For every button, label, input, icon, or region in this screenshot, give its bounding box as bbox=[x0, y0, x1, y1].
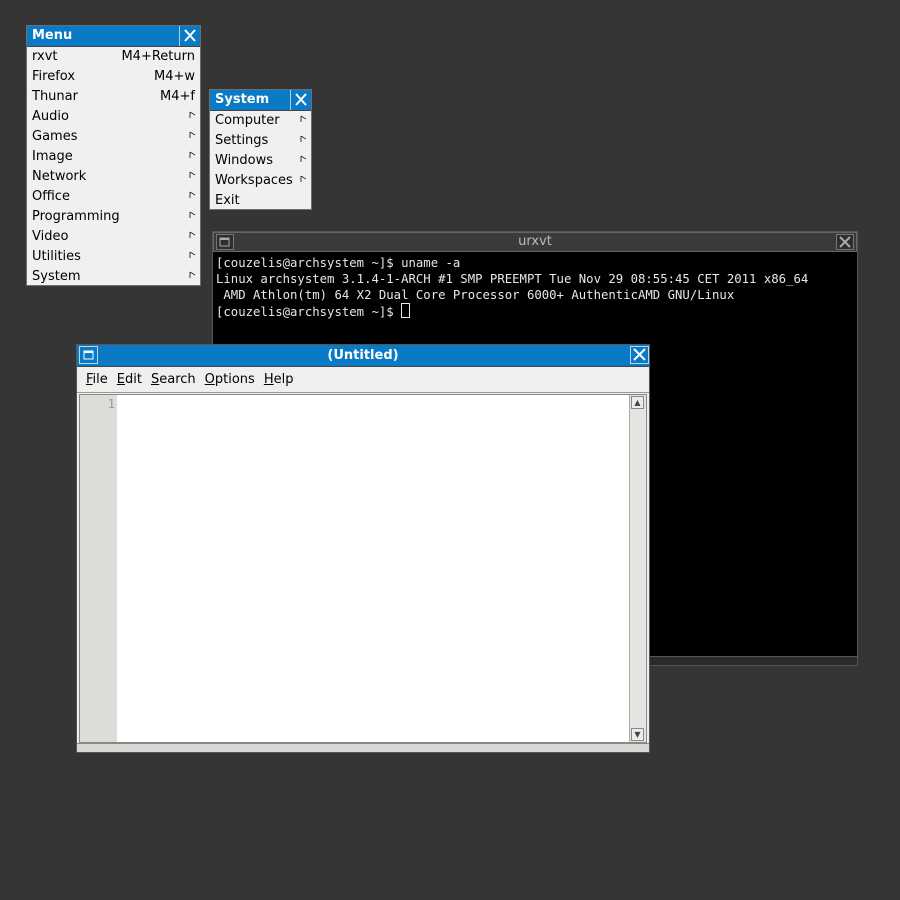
menu-item-shortcut: M4+w bbox=[153, 69, 195, 84]
editor-title: (Untitled) bbox=[327, 348, 399, 363]
scroll-down-icon[interactable]: ▼ bbox=[631, 728, 644, 741]
menu-label-rest: ptions bbox=[214, 372, 255, 387]
menu-accelerator: S bbox=[150, 372, 160, 387]
menu-item-label: System bbox=[32, 269, 81, 284]
menu-item-rxvt[interactable]: rxvt M4+Return bbox=[27, 47, 200, 67]
menu-item-image[interactable]: Image bbox=[27, 147, 200, 167]
menu-item-label: Windows bbox=[215, 153, 274, 168]
menu-item-label: Video bbox=[32, 229, 69, 244]
submenu-arrow-icon bbox=[189, 107, 196, 127]
submenu-arrow-icon bbox=[300, 171, 307, 191]
terminal-prompt: [couzelis@archsystem ~]$ bbox=[216, 305, 402, 319]
main-menu-items: rxvt M4+Return Firefox M4+w Thunar M4+f Audio G… bbox=[27, 47, 200, 287]
menu-label-rest: earch bbox=[159, 372, 196, 387]
terminal-line: AMD Athlon(tm) 64 X2 Dual Core Processor… bbox=[216, 288, 735, 302]
menu-item-settings[interactable]: Settings bbox=[210, 131, 311, 151]
menu-item-label: Office bbox=[32, 189, 70, 204]
menu-item-audio[interactable]: Audio bbox=[27, 107, 200, 127]
system-menu-title: System bbox=[210, 90, 311, 111]
editor-titlebar[interactable]: (Untitled) bbox=[77, 345, 649, 367]
submenu-arrow-icon bbox=[300, 131, 307, 151]
iconify-icon[interactable] bbox=[79, 346, 98, 364]
terminal-titlebar[interactable]: urxvt bbox=[213, 232, 857, 252]
terminal-line: Linux archsystem 3.1.4-1-ARCH #1 SMP PRE… bbox=[216, 272, 809, 286]
terminal-prompt-line: [couzelis@archsystem ~]$ bbox=[216, 303, 854, 320]
menu-item-label: Audio bbox=[32, 109, 69, 124]
menu-item-label: Games bbox=[32, 129, 78, 144]
menu-accelerator: O bbox=[204, 372, 215, 387]
main-menu: Menu rxvt M4+Return Firefox M4+w Thunar M4+f A… bbox=[26, 25, 201, 286]
menu-item-firefox[interactable]: Firefox M4+w bbox=[27, 67, 200, 87]
menu-item-office[interactable]: Office bbox=[27, 187, 200, 207]
menu-accelerator: H bbox=[263, 372, 274, 387]
menu-item-network[interactable]: Network bbox=[27, 167, 200, 187]
menu-item-label: Settings bbox=[215, 133, 269, 148]
menu-item-label: Image bbox=[32, 149, 73, 164]
menu-item-video[interactable]: Video bbox=[27, 227, 200, 247]
vertical-scrollbar[interactable]: ▲ ▼ bbox=[629, 395, 646, 742]
submenu-arrow-icon bbox=[189, 247, 196, 267]
menu-item-label: Utilities bbox=[32, 249, 81, 264]
system-menu: System Computer Settings Windows Workspaces… bbox=[209, 89, 312, 210]
iconify-icon[interactable] bbox=[216, 234, 234, 250]
menu-options[interactable]: Options bbox=[205, 372, 255, 387]
menu-item-label: Exit bbox=[215, 193, 240, 208]
terminal-line: [couzelis@archsystem ~]$ uname -a bbox=[216, 256, 461, 270]
submenu-arrow-icon bbox=[189, 267, 196, 287]
menu-item-label: Computer bbox=[215, 113, 280, 128]
editor-bottom-border[interactable] bbox=[77, 743, 649, 752]
menu-item-windows[interactable]: Windows bbox=[210, 151, 311, 171]
menu-item-shortcut: M4+f bbox=[160, 89, 195, 104]
menu-item-label: Programming bbox=[32, 209, 120, 224]
line-number: 1 bbox=[107, 397, 115, 411]
editor-menubar: File Edit Search Options Help bbox=[77, 367, 649, 393]
submenu-arrow-icon bbox=[300, 151, 307, 171]
line-number-gutter: 1 bbox=[80, 395, 117, 742]
menu-item-exit[interactable]: Exit bbox=[210, 191, 311, 211]
close-icon[interactable] bbox=[179, 26, 200, 46]
menu-help[interactable]: Help bbox=[264, 372, 294, 387]
menu-item-programming[interactable]: Programming bbox=[27, 207, 200, 227]
scroll-up-icon[interactable]: ▲ bbox=[631, 396, 644, 409]
menu-item-label: Thunar bbox=[32, 89, 78, 104]
menu-edit[interactable]: Edit bbox=[117, 372, 142, 387]
menu-accelerator: E bbox=[116, 372, 125, 387]
submenu-arrow-icon bbox=[189, 167, 196, 187]
menu-file[interactable]: File bbox=[86, 372, 108, 387]
submenu-arrow-icon bbox=[189, 147, 196, 167]
system-menu-items: Computer Settings Windows Workspaces Exit bbox=[210, 111, 311, 211]
menu-label-rest: elp bbox=[273, 372, 294, 387]
menu-item-computer[interactable]: Computer bbox=[210, 111, 311, 131]
submenu-arrow-icon bbox=[189, 187, 196, 207]
menu-search[interactable]: Search bbox=[151, 372, 196, 387]
menu-item-label: Firefox bbox=[32, 69, 76, 84]
submenu-arrow-icon bbox=[189, 127, 196, 147]
main-menu-title: Menu bbox=[27, 26, 200, 47]
menu-label-rest: ile bbox=[92, 372, 108, 387]
menu-item-utilities[interactable]: Utilities bbox=[27, 247, 200, 267]
menu-item-system[interactable]: System bbox=[27, 267, 200, 287]
close-icon[interactable] bbox=[630, 346, 649, 364]
menu-item-thunar[interactable]: Thunar M4+f bbox=[27, 87, 200, 107]
submenu-arrow-icon bbox=[189, 227, 196, 247]
text-cursor bbox=[401, 303, 411, 318]
editor-text-area[interactable]: 1 ▲ ▼ bbox=[79, 394, 647, 743]
menu-item-label: rxvt bbox=[32, 49, 58, 64]
terminal-title: urxvt bbox=[518, 234, 552, 249]
menu-item-games[interactable]: Games bbox=[27, 127, 200, 147]
submenu-arrow-icon bbox=[300, 111, 307, 131]
close-icon[interactable] bbox=[290, 90, 311, 110]
menu-item-shortcut: M4+Return bbox=[121, 49, 195, 64]
menu-item-workspaces[interactable]: Workspaces bbox=[210, 171, 311, 191]
menu-label-rest: dit bbox=[125, 372, 142, 387]
editor-window: (Untitled) File Edit Search Options Help 1 ▲… bbox=[76, 344, 650, 753]
submenu-arrow-icon bbox=[189, 207, 196, 227]
menu-item-label: Workspaces bbox=[215, 173, 293, 188]
menu-item-label: Network bbox=[32, 169, 87, 184]
close-icon[interactable] bbox=[836, 234, 854, 250]
